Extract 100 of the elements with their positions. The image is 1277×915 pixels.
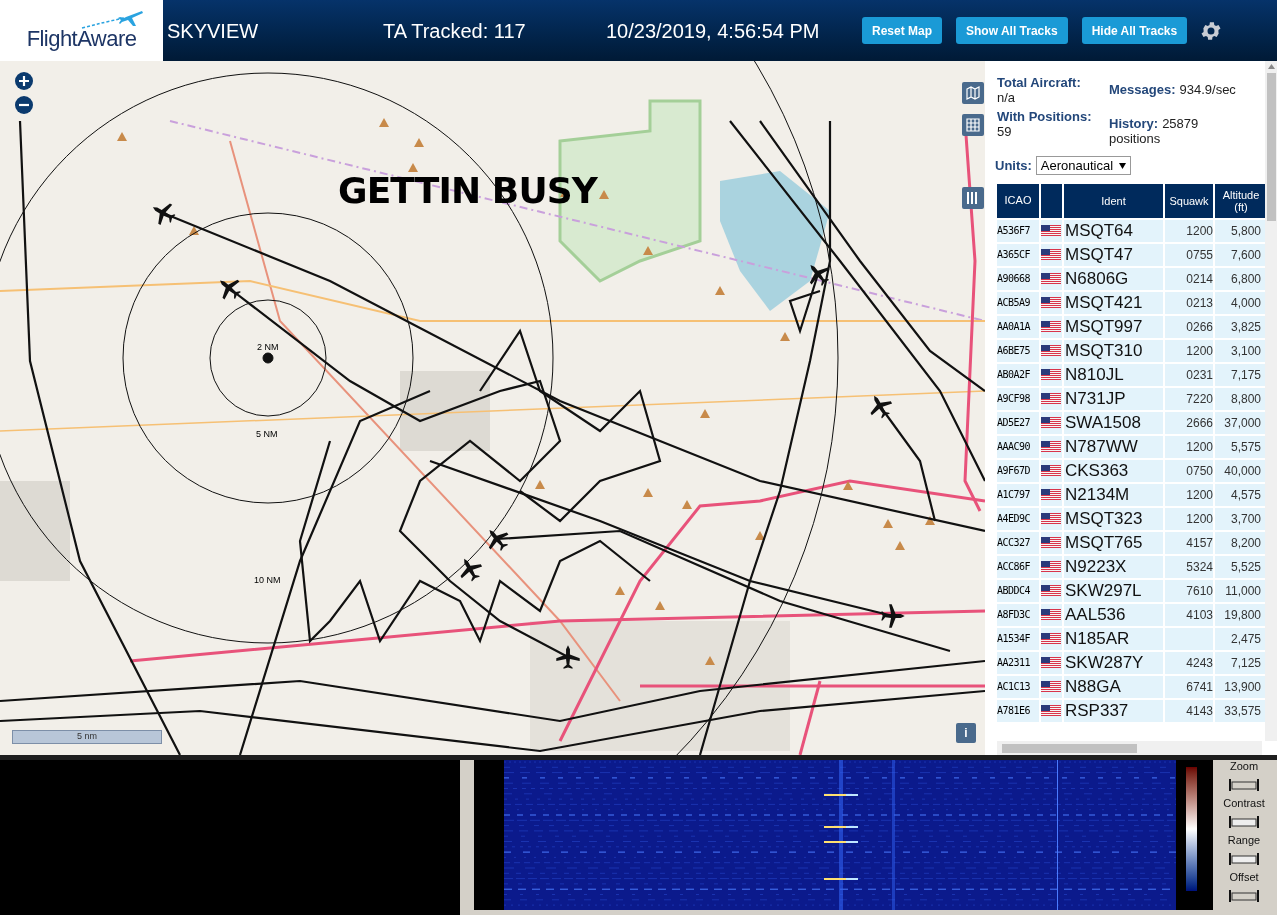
us-flag-icon — [1041, 345, 1061, 356]
table-cell: 5,525 — [1215, 555, 1265, 578]
range-ring-label: 10 NM — [254, 574, 281, 587]
table-cell: CKS363 — [1064, 459, 1163, 482]
airplane-icon[interactable] — [488, 530, 509, 551]
table-cell: 4243 — [1165, 651, 1213, 674]
table-cell: 1200 — [1165, 507, 1213, 530]
stat-text: With Positions: 59 — [997, 109, 1093, 139]
us-flag-icon — [1041, 657, 1061, 668]
vertical-scrollbar[interactable] — [1265, 61, 1277, 741]
table-cell: N731JP — [1064, 387, 1163, 410]
slider-icon[interactable] — [1229, 815, 1259, 829]
table-cell: A8FD3C — [997, 603, 1039, 626]
date-time: 10/23/2019, 4:56:54 PM — [606, 18, 821, 44]
us-flag-icon — [1041, 297, 1061, 308]
us-flag-icon — [1041, 465, 1061, 476]
table-cell: A4ED9C — [997, 507, 1039, 530]
info-button[interactable]: i — [956, 723, 976, 743]
tracked-count: TA Tracked: 117 — [383, 18, 527, 44]
airplane-icon[interactable] — [152, 203, 176, 226]
table-cell: MSQT47 — [1064, 243, 1163, 266]
table-cell: N2134M — [1064, 483, 1163, 506]
table-cell: A365CF — [997, 243, 1039, 266]
table-cell: 7220 — [1165, 387, 1213, 410]
table-cell: 0750 — [1165, 459, 1213, 482]
scrollbar-thumb[interactable] — [1266, 73, 1276, 221]
table-cell: AAL536 — [1064, 603, 1163, 626]
airplane-icon[interactable] — [460, 558, 483, 582]
table-cell: N787WW — [1064, 435, 1163, 458]
table-cell: AA2311 — [997, 651, 1039, 674]
stat-text: Messages: 934.9/sec — [1109, 82, 1237, 97]
table-cell: 4143 — [1165, 699, 1213, 722]
table-cell: 4157 — [1165, 531, 1213, 554]
airplane-icon[interactable] — [881, 604, 905, 628]
scroll-up-icon[interactable] — [1267, 64, 1275, 69]
table-cell: 6741 — [1165, 675, 1213, 698]
table-cell: 7,125 — [1215, 651, 1265, 674]
airplane-icon[interactable] — [556, 645, 580, 669]
us-flag-icon — [1041, 609, 1061, 620]
table-cell: A9CF98 — [997, 387, 1039, 410]
table-cell: MSQT310 — [1064, 339, 1163, 362]
control-label: Offset — [1229, 871, 1259, 883]
airplane-icon[interactable] — [809, 265, 830, 286]
table-cell: SWA1508 — [1064, 411, 1163, 434]
table-cell: 5,800 — [1215, 219, 1265, 242]
table-cell: 8,800 — [1215, 387, 1265, 410]
column-header[interactable]: Squawk — [1165, 183, 1213, 218]
us-flag-icon — [1041, 705, 1061, 716]
table-cell: ACC86F — [997, 555, 1039, 578]
column-header[interactable]: ICAO — [997, 183, 1039, 218]
slider-icon[interactable] — [1229, 852, 1259, 866]
column-header[interactable]: Altitude (ft) — [1215, 183, 1265, 218]
us-flag-icon — [1041, 417, 1061, 428]
table-cell: ABDDC4 — [997, 579, 1039, 602]
grid-button[interactable] — [962, 114, 984, 136]
table-cell: SKW287Y — [1064, 651, 1163, 674]
table-cell: 6,800 — [1215, 267, 1265, 290]
table-cell: N185AR — [1064, 627, 1163, 650]
us-flag-icon — [1041, 441, 1061, 452]
table-cell: RSP337 — [1064, 699, 1163, 722]
stat-text: Total Aircraft: n/a — [997, 75, 1082, 105]
table-cell: AAAC90 — [997, 435, 1039, 458]
column-header[interactable]: Ident — [1064, 183, 1163, 218]
us-flag-icon — [1041, 489, 1061, 500]
columns-icon — [966, 191, 980, 205]
table-cell: 5,575 — [1215, 435, 1265, 458]
table-cell: 5324 — [1165, 555, 1213, 578]
table-cell: 33,575 — [1215, 699, 1265, 722]
range-ring-label: 5 NM — [256, 428, 278, 441]
map-icon — [966, 86, 980, 100]
map-layer-button[interactable] — [962, 82, 984, 104]
table-cell: 2,475 — [1215, 627, 1265, 650]
table-cell: 3,700 — [1215, 507, 1265, 530]
table-cell: 3,100 — [1215, 339, 1265, 362]
table-cell: 4,575 — [1215, 483, 1265, 506]
table-cell: 0231 — [1165, 363, 1213, 386]
table-cell: MSQT997 — [1064, 315, 1163, 338]
table-cell: AC1C13 — [997, 675, 1039, 698]
us-flag-icon — [1041, 537, 1061, 548]
control-label: Contrast — [1223, 797, 1265, 809]
us-flag-icon — [1041, 585, 1061, 596]
units-label: Units: — [995, 157, 1032, 175]
table-cell: 7,175 — [1215, 363, 1265, 386]
logo-text: FlightAware — [26, 25, 137, 53]
units-dropdown[interactable]: Aeronautical — [1035, 156, 1132, 176]
table-cell: AB0A2F — [997, 363, 1039, 386]
airplane-logo-icon — [80, 8, 144, 30]
columns-button[interactable] — [962, 187, 984, 209]
airplane-icon[interactable] — [220, 279, 241, 300]
scrollbar-thumb[interactable] — [1002, 743, 1137, 753]
slider-icon[interactable] — [1229, 778, 1259, 792]
table-cell: A536F7 — [997, 219, 1039, 242]
horizontal-scrollbar[interactable] — [997, 741, 1262, 755]
app-title: SKYVIEW — [167, 18, 260, 44]
airplane-icon[interactable] — [870, 395, 893, 419]
table-cell: 11,000 — [1215, 579, 1265, 602]
slider-icon[interactable] — [1229, 889, 1259, 903]
us-flag-icon — [1041, 393, 1061, 404]
us-flag-icon — [1041, 249, 1061, 260]
table-cell: 37,000 — [1215, 411, 1265, 434]
